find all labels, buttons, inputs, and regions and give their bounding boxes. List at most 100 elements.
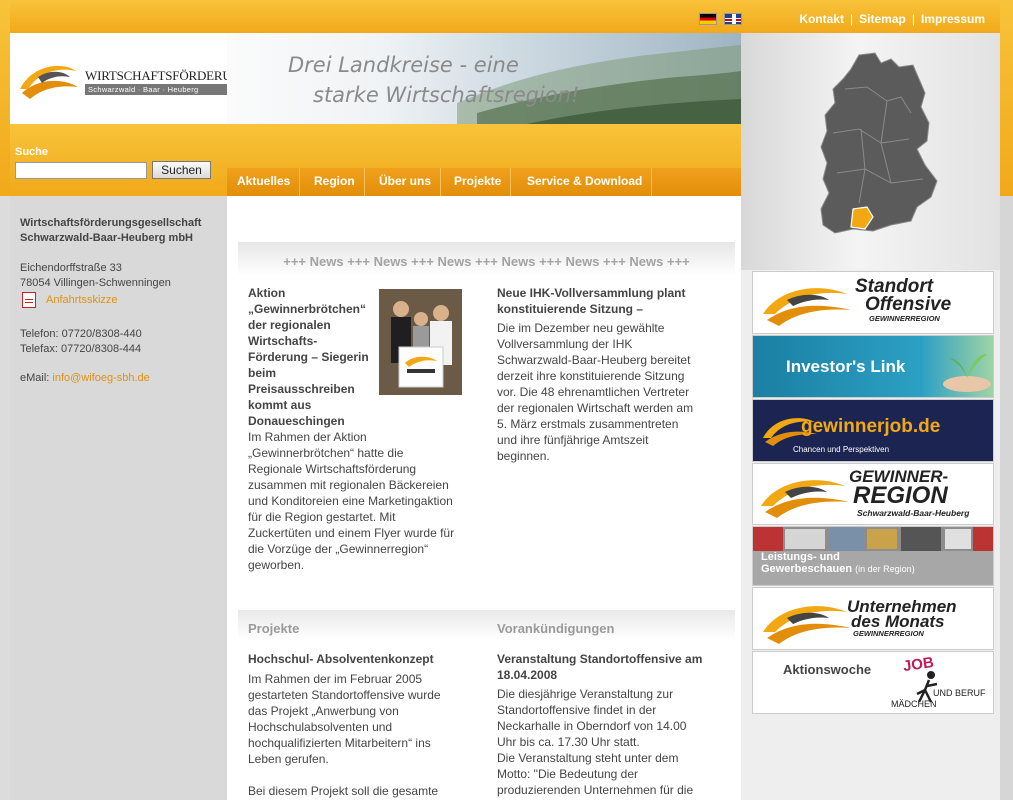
news-1-title-line: Wirtschafts- [248, 334, 318, 348]
vorankuendigung-title-line: Veranstaltung Standortoffensive am [497, 652, 703, 666]
vorankuendigung-text-line: Neckarhalle in Oberndorf von 14.00 [497, 719, 687, 733]
news-2-text-line: und ihre fünfjährige Amtszeit [497, 433, 649, 447]
vorankuendigung-text-line: Uhr bis ca. 17.30 Uhr statt. [497, 735, 640, 749]
slogan-line-2: starke Wirtschaftsregion! [313, 83, 580, 107]
news-ticker: +++ News +++ News +++ News +++ News +++ … [283, 254, 690, 269]
ad-standort-line-3: GEWINNERREGION [869, 314, 940, 323]
search-area [10, 124, 227, 196]
germany-map-panel[interactable] [741, 33, 1000, 270]
ad-gewinnerjob[interactable]: gewinnerjob.de Chancen und Perspektiven [752, 399, 994, 462]
sections-header-bar [238, 610, 735, 640]
news-2-text: Die im Dezember neu gewählte Vollversamm… [497, 320, 727, 464]
vorankuendigung-text-line: produzierenden Unternehmen für die [497, 783, 694, 797]
news-1-text-line: geworben. [248, 558, 305, 572]
site-logo[interactable]: WIRTSCHAFTSFÖRDERUNG Schwarzwald · Baar … [10, 33, 250, 124]
vorankuendigung-text: Die diesjährige Veranstaltung zur Stando… [497, 686, 727, 798]
nav-item-service-download[interactable]: Service & Download [518, 168, 653, 196]
company-name-line-1: Wirtschaftsförderungsgesellschaft [20, 217, 202, 229]
news-1-text-line: die Vorzüge der „Gewinnerregion“ [248, 542, 429, 556]
vorankuendigung-text-line: Standortoffensive findet in der [497, 703, 657, 717]
projekte-title[interactable]: Hochschul- Absolventenkonzept [248, 651, 478, 667]
ad-leistung-main: Gewerbeschauen [761, 563, 853, 575]
news-1-title-line: Förderung – Siegerin [248, 350, 369, 364]
sitemap-link[interactable]: Sitemap [859, 12, 906, 26]
phone-number: Telefon: 07720/8308-440 [20, 328, 142, 340]
ad-aktion-tag-2: MÄDCHEN [891, 699, 937, 709]
news-2-text-line: Schwarzwald-Baar-Heuberg bereitet [497, 353, 691, 367]
topbar-middle [227, 0, 741, 33]
swoosh-icon [763, 288, 851, 326]
projekte-text-line: das Projekt „Anwerbung von [248, 704, 399, 718]
vorankuendigung-text-line: Motto: "Die Bedeutung der [497, 767, 639, 781]
news-1-title-line: Donaueschingen [248, 414, 345, 428]
projekte-text-line: Leben gerufen. [248, 752, 329, 766]
news-2-text-line: beginnen. [497, 449, 550, 463]
vorankuendigungen-heading: Vorankündigungen [497, 621, 615, 636]
news-1-title-line: Preisausschreiben [248, 382, 355, 396]
news-2-text-line: der regionalen Wirtschaft werden am [497, 401, 694, 415]
news-1-text-line: und Konditoreien eine Marketingaktion [248, 494, 453, 508]
header-banner: Drei Landkreise - eine starke Wirtschaft… [227, 33, 741, 124]
search-button[interactable]: Suchen [152, 161, 211, 179]
ad-unternehmen-des-monats[interactable]: Unternehmen des Monats GEWINNERREGION [752, 587, 994, 650]
separator: | [911, 12, 915, 26]
nav-item-aktuelles[interactable]: Aktuelles [228, 168, 301, 196]
news-1-text-line: für die Region gestartet. Mit [248, 510, 396, 524]
news-2-title-line: konstituierende Sitzung – [497, 302, 644, 316]
news-1-title-line: der regionalen [248, 318, 331, 332]
news-1-title[interactable]: Aktion „Gewinnerbrötchen“ der regionalen… [248, 285, 373, 429]
ad-aktion-label: Aktionswoche [783, 662, 872, 677]
logo-subtitle: Schwarzwald · Baar · Heuberg [85, 84, 229, 95]
email-line: eMail: info@wifoeg-sbh.de [20, 371, 150, 386]
directions-link[interactable]: Anfahrtsskizze [46, 293, 118, 308]
pdf-icon[interactable] [22, 292, 36, 308]
ad-aktionswoche[interactable]: Aktionswoche JOB UND BERUF MÄDCHEN [752, 651, 994, 714]
kontakt-link[interactable]: Kontakt [799, 12, 844, 26]
separator: | [850, 12, 854, 26]
nav-item-ueber-uns[interactable]: Über uns [370, 168, 442, 196]
ad-standort-offensive[interactable]: Standort Offensive GEWINNERREGION [752, 271, 994, 334]
news-2-text-line: vor. Die 48 ehrenamtlichen Vertreter [497, 385, 690, 399]
nav-item-projekte[interactable]: Projekte [445, 168, 512, 196]
hand-plant-icon [943, 354, 991, 392]
ad-investors-link[interactable]: Investor's Link [752, 335, 994, 398]
news-2-text-line: 5. März erstmals zusammentreten [497, 417, 679, 431]
ad-gewerbeschauen[interactable]: Leistungs- und Gewerbeschauen (in der Re… [752, 526, 994, 586]
ad-gewinner-region[interactable]: GEWINNER- REGION Schwarzwald-Baar-Heuber… [752, 463, 994, 525]
ad-job-label: gewinnerjob.de [801, 416, 941, 437]
page-edge-right-lower [1000, 196, 1013, 800]
swoosh-icon [763, 606, 851, 644]
search-input[interactable] [15, 162, 147, 179]
germany-map-icon [820, 52, 938, 234]
page-edge-right [1000, 0, 1013, 196]
english-flag-icon[interactable] [724, 13, 742, 25]
german-flag-icon[interactable] [699, 13, 717, 25]
news-1-title-line: beim [248, 366, 277, 380]
vorankuendigung-text-line: Die Veranstaltung steht unter dem [497, 751, 679, 765]
swoosh-icon [761, 480, 849, 518]
main-nav: Aktuelles Region Über uns Projekte Servi… [227, 168, 741, 196]
address-street: Eichendorffstraße 33 [20, 262, 122, 274]
impressum-link[interactable]: Impressum [921, 12, 985, 26]
ad-region-line-3: Schwarzwald-Baar-Heuberg [857, 508, 970, 518]
search-label: Suche [15, 146, 49, 158]
news-1-text-line: Zuckertüten und einem Flyer wurde für [248, 526, 455, 540]
ad-unternehmen-line-2: des Monats [851, 612, 945, 631]
ad-unternehmen-line-3: GEWINNERREGION [853, 629, 924, 638]
projekte-text-line: Im Rahmen der im Februar 2005 [248, 672, 423, 686]
news-2-title[interactable]: Neue IHK-Vollversammlung plant konstitui… [497, 285, 727, 317]
top-links: Kontakt | Sitemap | Impressum [799, 12, 985, 26]
news-1-photo[interactable] [379, 289, 462, 395]
news-1-title-line: Aktion [248, 286, 286, 300]
email-link[interactable]: info@wifoeg-sbh.de [52, 372, 149, 384]
news-2-text-line: Vollversammlung der IHK [497, 337, 633, 351]
vorankuendigung-title[interactable]: Veranstaltung Standortoffensive am 18.04… [497, 651, 727, 683]
nav-item-region[interactable]: Region [305, 168, 365, 196]
news-1-text: Im Rahmen der Aktion „Gewinnerbrötchen“ … [248, 429, 478, 573]
fax-number: Telefax: 07720/8308-444 [20, 343, 142, 355]
ad-investor-label: Investor's Link [786, 357, 906, 376]
news-1-title-line: „Gewinnerbrötchen“ [248, 302, 367, 316]
vorankuendigung-text-line: Die diesjährige Veranstaltung zur [497, 687, 674, 701]
news-1-text-line: Regionale Wirtschaftsförderung [248, 462, 417, 476]
ad-job-sub: Chancen und Perspektiven [793, 445, 890, 454]
